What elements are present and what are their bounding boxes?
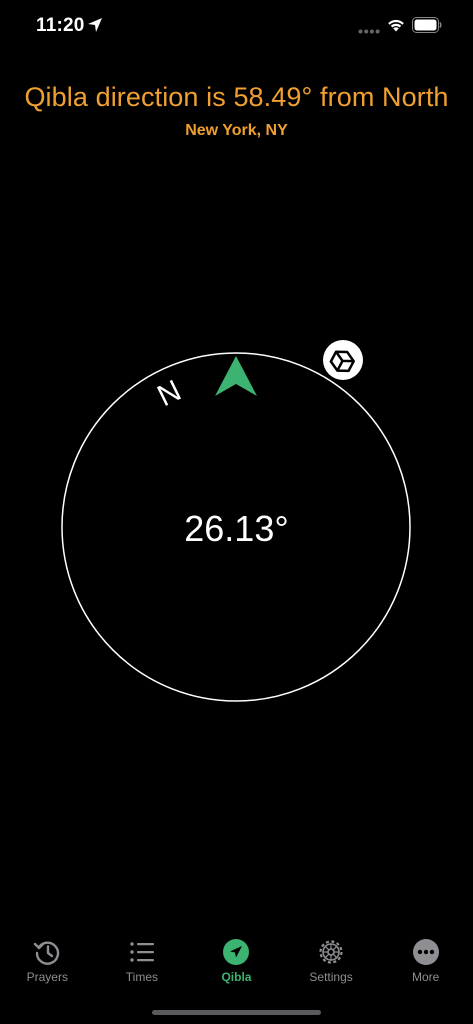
tab-label: Times bbox=[125, 970, 158, 984]
qibla-screen: 11:20 Qibla direction is 58.49° from Nor… bbox=[0, 0, 473, 1024]
tab-label: Prayers bbox=[26, 970, 68, 984]
cellular-signal-icon bbox=[358, 29, 380, 34]
tab-bar: Prayers Times Qibla Settings More bbox=[0, 930, 473, 990]
tab-prayers[interactable]: Prayers bbox=[0, 930, 95, 990]
tab-more[interactable]: More bbox=[378, 930, 473, 990]
status-time: 11:20 bbox=[36, 15, 85, 36]
tab-label: Qibla bbox=[221, 970, 252, 984]
more-dots-icon bbox=[412, 939, 439, 965]
gear-icon bbox=[319, 940, 343, 964]
wifi-icon bbox=[388, 19, 404, 32]
location-arrow-icon bbox=[88, 18, 102, 32]
history-clock-icon bbox=[34, 941, 60, 965]
tab-settings[interactable]: Settings bbox=[284, 930, 379, 990]
city-label: New York, NY bbox=[185, 122, 288, 139]
kaaba-icon bbox=[323, 340, 363, 380]
north-label: N bbox=[152, 374, 186, 413]
navigation-arrow-icon bbox=[223, 939, 250, 965]
home-indicator[interactable] bbox=[152, 1010, 321, 1015]
qibla-direction-text: Qibla direction is 58.49° from North bbox=[24, 82, 449, 112]
tab-times[interactable]: Times bbox=[95, 930, 190, 990]
battery-icon bbox=[412, 17, 442, 33]
status-bar: 11:20 bbox=[0, 0, 473, 54]
tab-label: More bbox=[412, 970, 440, 984]
direction-arrow-icon bbox=[215, 356, 257, 396]
heading-degrees: 26.13° bbox=[184, 508, 289, 549]
tab-label: Settings bbox=[309, 970, 353, 984]
tab-qibla[interactable]: Qibla bbox=[189, 930, 284, 990]
list-icon bbox=[130, 942, 154, 962]
